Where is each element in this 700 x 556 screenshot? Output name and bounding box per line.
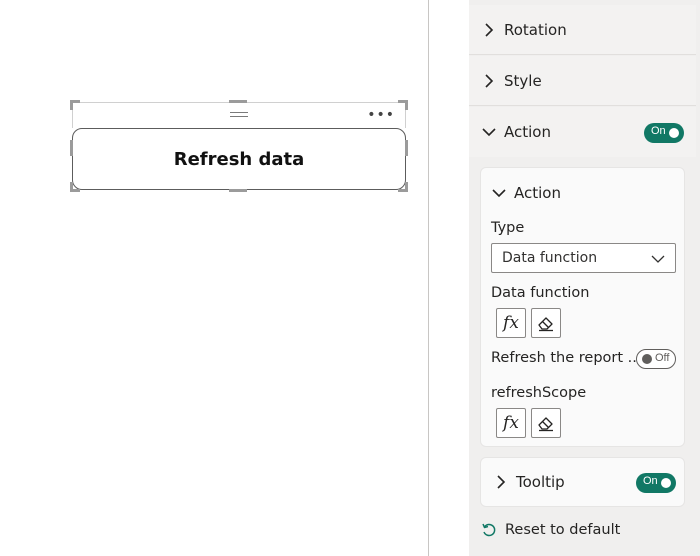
reset-icon [482,523,496,537]
refresh-scope-fx-button[interactable]: fx [496,408,526,438]
refresh-report-label: Refresh the report ... [491,350,642,366]
type-dropdown[interactable]: Data function [491,243,676,273]
chevron-down-icon [492,189,506,198]
resize-handle-bottom[interactable] [229,189,247,192]
section-label: Style [504,71,542,90]
resize-handle-bottom-left-v[interactable] [70,182,73,192]
toggle-label: On [643,475,658,487]
more-options-icon[interactable]: ••• [367,107,395,123]
card-title: Action [514,184,561,202]
card-title: Tooltip [516,473,565,491]
toggle-label: On [651,125,666,137]
refresh-data-button[interactable]: Refresh data [72,128,406,190]
drag-grip-icon[interactable] [230,112,248,120]
section-rotation[interactable]: Rotation [469,5,696,55]
fx-icon: fx [503,413,519,433]
resize-handle-top-right-v[interactable] [405,100,408,110]
section-label: Action [504,123,551,141]
chevron-right-icon [497,475,506,489]
section-label: Rotation [504,20,567,39]
action-card: Action Type Data function Data function … [480,167,685,447]
resize-handle-bottom-right-v[interactable] [405,182,408,192]
refresh-scope-label: refreshScope [491,385,587,401]
pane-gap [429,0,469,556]
data-function-fx-button[interactable]: fx [496,308,526,338]
resize-handle-top-left-v[interactable] [70,100,73,110]
report-canvas[interactable]: ••• Refresh data [0,0,428,556]
reset-label: Reset to default [505,522,621,538]
chevron-down-icon [651,255,665,263]
visual-header: ••• [72,102,406,128]
resize-handle-left[interactable] [70,140,73,156]
chevron-right-icon [485,73,494,88]
refresh-scope-clear-button[interactable] [531,408,561,438]
tooltip-card[interactable]: Tooltip On [480,457,685,507]
button-visual[interactable]: ••• Refresh data [70,100,408,192]
button-label: Refresh data [173,148,305,170]
tooltip-toggle[interactable]: On [636,473,676,493]
toggle-knob [669,128,679,138]
chevron-right-icon [485,22,494,37]
type-label: Type [491,220,525,236]
section-style[interactable]: Style [469,56,696,106]
refresh-report-toggle[interactable]: Off [636,349,676,369]
format-pane: Rotation Style Action On Action Type Dat… [469,0,700,556]
fx-icon: fx [503,313,519,333]
action-toggle[interactable]: On [644,123,684,143]
data-function-label: Data function [491,285,590,301]
section-action[interactable]: Action On [469,107,696,157]
reset-to-default-link[interactable]: Reset to default [481,522,620,538]
action-card-header[interactable]: Action [491,184,561,202]
eraser-icon [538,417,553,432]
resize-handle-top[interactable] [229,100,247,103]
resize-handle-right[interactable] [405,140,408,156]
type-dropdown-value: Data function [502,250,598,266]
chevron-down-icon [482,128,496,137]
toggle-knob [642,354,652,364]
toggle-knob [661,478,671,488]
eraser-icon [538,317,553,332]
toggle-label: Off [655,352,670,364]
data-function-clear-button[interactable] [531,308,561,338]
tooltip-card-header[interactable]: Tooltip [493,473,565,491]
